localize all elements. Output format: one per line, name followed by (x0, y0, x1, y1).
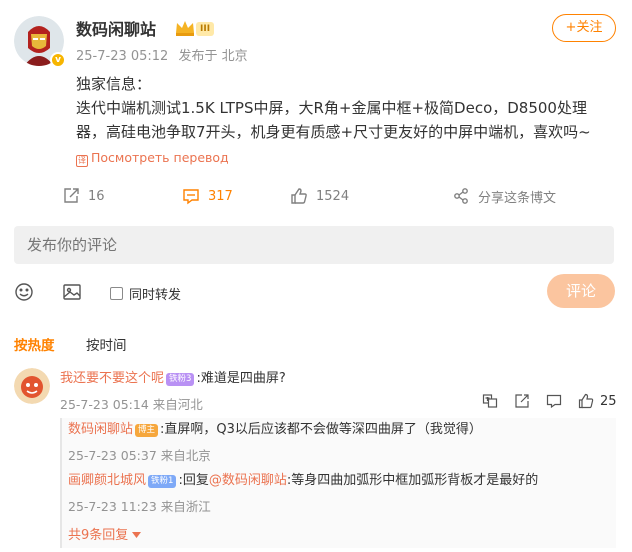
reply-text: :直屏啊，Q3以后应该都不会做等深四曲屏了（我觉得） (160, 422, 482, 437)
reply-location: 来自浙江 (160, 499, 211, 514)
comment-icon[interactable] (546, 393, 562, 409)
translate-link[interactable]: 译 Посмотреть перевод (76, 150, 229, 167)
image-icon (63, 284, 81, 300)
thumbs-up-icon (291, 188, 307, 204)
reply-username[interactable]: 数码闲聊站 (68, 422, 133, 437)
author-badge: 博主 (135, 424, 159, 437)
action-bar: 16 317 1524 分享这条博文 (0, 184, 632, 208)
submit-comment-button[interactable]: 评论 (547, 274, 615, 308)
like-button[interactable]: 1524 (290, 184, 349, 208)
also-repost-toggle[interactable]: 同时转发 (110, 284, 181, 303)
reply-prefix: :回复 (178, 473, 209, 488)
post-meta: 25-7-23 05:12 发布于 北京 (76, 45, 254, 64)
post-timestamp[interactable]: 25-7-23 05:12 (76, 49, 168, 64)
comment-count: 317 (208, 188, 233, 204)
commenter-avatar[interactable] (14, 368, 50, 404)
post-location: 发布于 北京 (178, 49, 248, 64)
repost-button[interactable]: 16 (62, 184, 105, 208)
sort-by-time-tab[interactable]: 按时间 (86, 334, 127, 354)
comment-meta: 25-7-23 05:14 来自河北 (60, 394, 203, 413)
reply-text: :等身四曲加弧形中框加弧形背板才是最好的 (286, 473, 539, 488)
verified-icon: v (50, 52, 66, 68)
author-name[interactable]: 数码闲聊站 (76, 16, 156, 40)
reply-mention-link[interactable]: @数码闲聊站 (209, 473, 287, 488)
image-upload-button[interactable] (62, 282, 82, 306)
comment-location: 来自河北 (152, 397, 203, 412)
translate-icon: 译 (76, 155, 88, 167)
post-text: 独家信息： 迭代中端机测试1.5K LTPS中屏，大R角+金属中框+极简Deco… (76, 72, 616, 144)
repost-count: 16 (88, 188, 105, 204)
emoji-icon (15, 283, 33, 301)
reply-meta: 25-7-23 11:23 来自浙江 (68, 496, 211, 515)
sort-by-hot-tab[interactable]: 按热度 (14, 334, 55, 354)
comment-button[interactable]: 317 (182, 184, 233, 208)
reply-location: 来自北京 (160, 448, 211, 463)
translate-label: Посмотреть перевод (91, 150, 229, 165)
thumbs-up-icon[interactable] (578, 393, 594, 409)
comment-text: :难道是四曲屏? (196, 371, 286, 386)
caret-down-icon (132, 532, 142, 538)
comment-input[interactable] (14, 226, 614, 264)
reply-line: 画卿颜北城风 铁粉1:回复@数码闲聊站:等身四曲加弧形中框加弧形背板才是最好的 (68, 472, 538, 490)
more-replies-link[interactable]: 共9条回复 (68, 524, 142, 543)
share-icon (454, 188, 468, 204)
comment-username[interactable]: 我还要不要这个呢 (60, 371, 164, 386)
comment-like-count: 25 (600, 393, 617, 409)
level-badge: III (196, 22, 215, 36)
comment-timestamp: 25-7-23 05:14 (60, 397, 149, 412)
more-replies-label: 共9条回复 (68, 528, 129, 543)
crown-icon (174, 19, 196, 37)
reply-meta: 25-7-23 05:37 来自北京 (68, 445, 211, 464)
comment-tools: 25 (482, 392, 617, 410)
fan-badge: 铁粉1 (148, 475, 177, 488)
also-repost-label: 同时转发 (129, 288, 182, 303)
comment-icon (183, 189, 199, 205)
comment-line: 我还要不要这个呢 铁粉3:难道是四曲屏? (60, 370, 286, 388)
post-text-line: 迭代中端机测试1.5K LTPS中屏，大R角+金属中框+极简Deco，D8500… (76, 99, 591, 141)
follow-button[interactable]: +关注 (552, 14, 616, 42)
emoji-button[interactable] (14, 282, 34, 306)
reply-username[interactable]: 画卿颜北城风 (68, 473, 146, 488)
reply-timestamp: 25-7-23 05:37 (68, 448, 157, 463)
repost-icon[interactable] (514, 393, 530, 409)
also-repost-checkbox[interactable] (110, 287, 123, 300)
share-button[interactable]: 分享这条博文 (452, 184, 556, 208)
translate-icon[interactable] (482, 393, 498, 409)
like-count: 1524 (316, 188, 350, 204)
share-label: 分享这条博文 (478, 190, 557, 206)
repost-icon (64, 188, 79, 203)
reply-timestamp: 25-7-23 11:23 (68, 499, 157, 514)
post-text-line: 独家信息： (76, 75, 152, 93)
reply-line: 数码闲聊站 博主:直屏啊，Q3以后应该都不会做等深四曲屏了（我觉得） (68, 421, 482, 439)
fan-badge: 铁粉3 (166, 373, 195, 386)
